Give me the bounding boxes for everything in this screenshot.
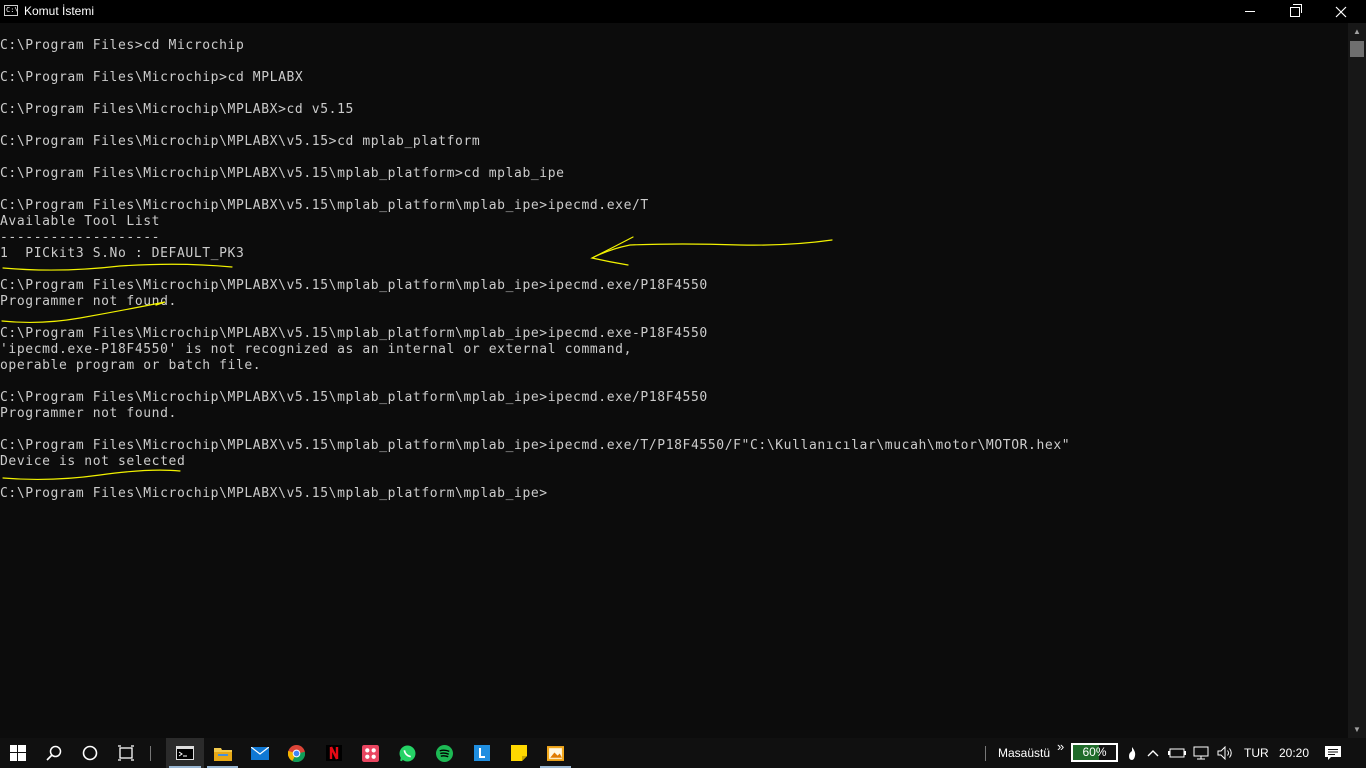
- tray-separator: [985, 746, 986, 761]
- action-center-button[interactable]: [1318, 738, 1348, 768]
- console-line: -------------------: [0, 230, 161, 245]
- spotify-icon: [436, 744, 453, 762]
- l-app-icon: [473, 745, 490, 761]
- console-output[interactable]: C:\Program Files>cd Microchip C:\Program …: [0, 23, 1348, 738]
- start-icon: [10, 745, 26, 761]
- tray-battery-status[interactable]: [1166, 738, 1188, 768]
- taskbar-pictures-app[interactable]: [537, 738, 574, 768]
- scroll-down-arrow[interactable]: ▼: [1348, 721, 1366, 738]
- taskbar-whatsapp[interactable]: [389, 738, 426, 768]
- taskbar-sticky-notes[interactable]: [500, 738, 537, 768]
- photo-app-icon: [362, 744, 379, 762]
- tray-power-flame[interactable]: [1123, 738, 1141, 768]
- task-view-button[interactable]: [108, 738, 144, 768]
- minimize-button[interactable]: [1227, 0, 1273, 23]
- mail-icon: [250, 746, 269, 760]
- console-line: C:\Program Files\Microchip\MPLABX\v5.15\…: [0, 486, 548, 501]
- console-line: C:\Program Files\Microchip\MPLABX\v5.15>…: [0, 134, 481, 149]
- pictures-app-icon: [547, 745, 564, 761]
- console-line: operable program or batch file.: [0, 358, 262, 373]
- tray-volume[interactable]: [1214, 738, 1236, 768]
- action-center-icon: [1325, 745, 1341, 760]
- scroll-up-arrow[interactable]: ▲: [1348, 23, 1366, 40]
- close-button[interactable]: [1318, 0, 1364, 23]
- taskbar-separator: [150, 746, 151, 761]
- battery-meter[interactable]: 60%: [1071, 743, 1118, 762]
- console-line: Programmer not found.: [0, 406, 177, 421]
- cortana-button[interactable]: [72, 738, 108, 768]
- file-explorer-icon: [213, 747, 232, 761]
- console-line: Programmer not found.: [0, 294, 177, 309]
- battery-percent: 60%: [1082, 745, 1107, 759]
- show-hidden-icons-button[interactable]: [1143, 738, 1163, 768]
- tray-network[interactable]: [1190, 738, 1214, 768]
- flame-icon: [1129, 746, 1136, 760]
- taskbar-l-app[interactable]: [463, 738, 500, 768]
- taskbar-cmd[interactable]: [166, 738, 204, 768]
- console-line: C:\Program Files\Microchip\MPLABX\v5.15\…: [0, 390, 708, 405]
- cmd-icon[interactable]: C:\: [4, 5, 18, 16]
- restore-button[interactable]: [1272, 0, 1318, 23]
- search-icon: [46, 745, 62, 761]
- volume-icon: [1217, 746, 1232, 760]
- console-line: C:\Program Files>cd Microchip: [0, 38, 245, 53]
- close-icon: [1335, 6, 1347, 17]
- network-icon: [1193, 746, 1209, 760]
- toolbar-expand-icon[interactable]: »: [1057, 732, 1064, 762]
- console-lines: C:\Program Files>cd Microchip C:\Program …: [0, 38, 1070, 502]
- console-line: C:\Program Files\Microchip\MPLABX\v5.15\…: [0, 438, 1071, 453]
- taskbar-photo-app[interactable]: [352, 738, 389, 768]
- title-bar: C:\ Komut İstemi: [0, 0, 1366, 23]
- clock[interactable]: 20:20: [1279, 738, 1309, 768]
- console-line: C:\Program Files\Microchip>cd MPLABX: [0, 70, 304, 85]
- minimize-icon: [1245, 11, 1255, 12]
- taskbar: Masaüstü » 60% TUR 20:20: [0, 738, 1366, 768]
- restore-icon: [1290, 3, 1302, 17]
- console-line: 1 PICkit3 S.No : DEFAULT_PK3: [0, 246, 245, 261]
- console-line: Device is not selected: [0, 454, 186, 469]
- language-indicator[interactable]: TUR: [1244, 738, 1269, 768]
- console-line: C:\Program Files\Microchip\MPLABX\v5.15\…: [0, 326, 708, 341]
- console-line: C:\Program Files\Microchip\MPLABX>cd v5.…: [0, 102, 354, 117]
- window-title: Komut İstemi: [24, 4, 95, 18]
- taskbar-file-explorer[interactable]: [204, 738, 241, 768]
- desktop-toolbar-label[interactable]: Masaüstü: [998, 738, 1050, 768]
- console-line: Available Tool List: [0, 214, 161, 229]
- taskbar-spotify[interactable]: [426, 738, 463, 768]
- console-line: C:\Program Files\Microchip\MPLABX\v5.15\…: [0, 198, 649, 213]
- chevron-up-icon: [1147, 750, 1159, 757]
- start-button[interactable]: [0, 738, 36, 768]
- taskbar-netflix[interactable]: [315, 738, 352, 768]
- netflix-icon: [325, 745, 342, 761]
- vertical-scrollbar[interactable]: ▲ ▼: [1348, 23, 1366, 738]
- battery-charging-icon: [1168, 748, 1186, 758]
- cortana-icon: [82, 745, 98, 761]
- console-line: C:\Program Files\Microchip\MPLABX\v5.15\…: [0, 278, 708, 293]
- taskbar-chrome[interactable]: [278, 738, 315, 768]
- whatsapp-icon: [399, 745, 416, 761]
- task-view-icon: [118, 745, 134, 761]
- sticky-notes-icon: [510, 745, 527, 761]
- taskbar-mail[interactable]: [241, 738, 278, 768]
- chrome-icon: [288, 744, 305, 762]
- search-button[interactable]: [36, 738, 72, 768]
- console-line: 'ipecmd.exe-P18F4550' is not recognized …: [0, 342, 632, 357]
- console-line: C:\Program Files\Microchip\MPLABX\v5.15\…: [0, 166, 565, 181]
- scroll-thumb[interactable]: [1350, 41, 1364, 57]
- cmd-icon: [176, 746, 194, 760]
